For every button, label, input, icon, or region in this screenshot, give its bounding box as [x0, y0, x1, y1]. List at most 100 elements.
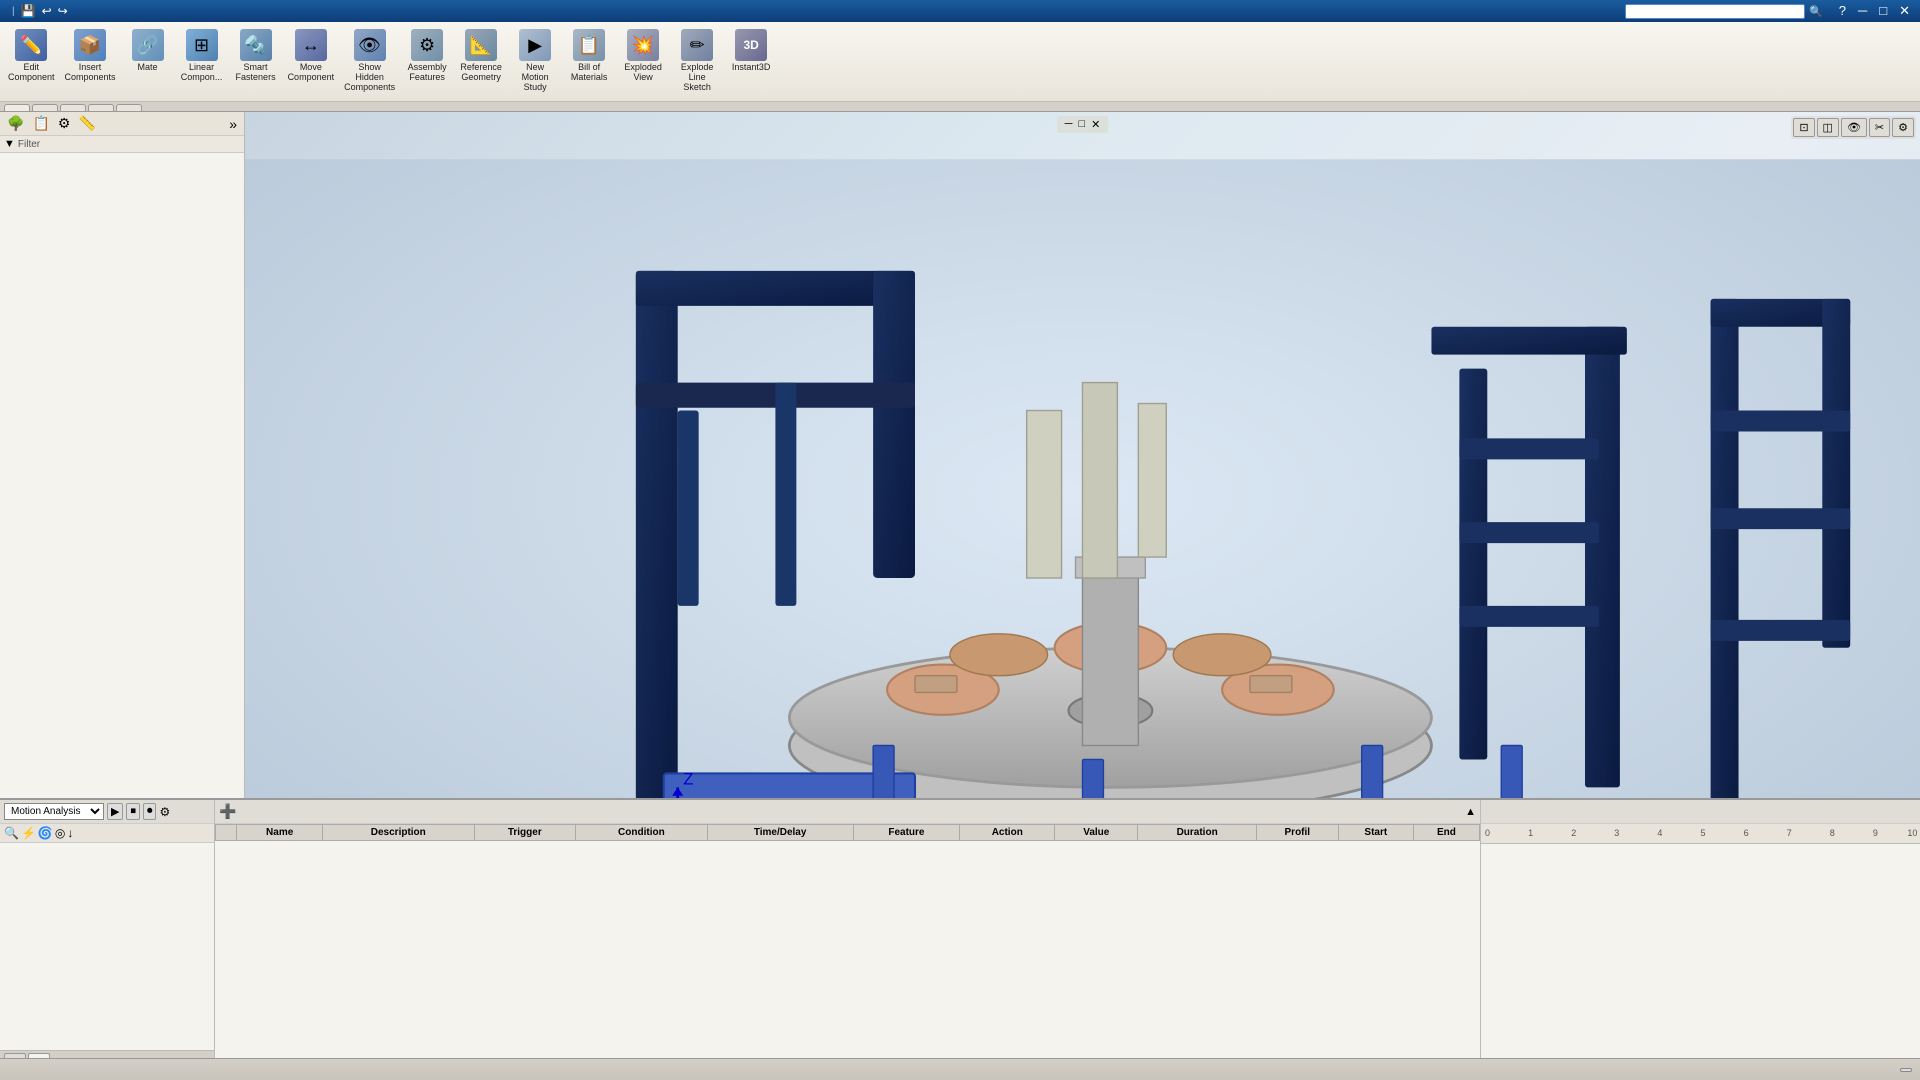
- ts-5: 5: [1701, 828, 1706, 838]
- tasks-panel: ➕ ▲ Name Description Trigger Condition: [215, 800, 1480, 1058]
- show-hidden-label: ShowHiddenComponents: [344, 63, 395, 93]
- statusbar: [0, 1058, 1920, 1080]
- add-motor-icon[interactable]: ⚡: [21, 826, 36, 840]
- instant3d-button[interactable]: 3D Instant3D: [725, 26, 777, 101]
- statusbar-right: [1868, 1068, 1912, 1072]
- filter-tasks-icon[interactable]: 🔍: [4, 826, 19, 840]
- smart-fasteners-label: SmartFasteners: [236, 63, 276, 83]
- show-hidden-button[interactable]: 👁 ShowHiddenComponents: [340, 26, 399, 101]
- linear-component-button[interactable]: ⊞ LinearCompon...: [176, 26, 228, 101]
- col-check: [216, 825, 237, 841]
- exploded-view-button[interactable]: 💥 ExplodedView: [617, 26, 669, 101]
- toolbar-area: ✏️ EditComponent 📦 InsertComponents 🔗 Ma…: [0, 22, 1920, 112]
- motion-stop-button[interactable]: ⏹: [126, 803, 140, 820]
- move-component-label: MoveComponent: [288, 63, 335, 83]
- tab-office[interactable]: [116, 104, 142, 111]
- tasks-collapse-icon[interactable]: ▲: [1465, 806, 1476, 818]
- explode-line-sketch-button[interactable]: ✏ ExplodeLineSketch: [671, 26, 723, 101]
- col-trigger[interactable]: Trigger: [474, 825, 576, 841]
- add-task-button[interactable]: ➕: [219, 803, 236, 820]
- quick-access-redo[interactable]: ↪: [58, 4, 68, 18]
- dim-expert-icon[interactable]: 📏: [75, 114, 98, 133]
- col-duration[interactable]: Duration: [1138, 825, 1257, 841]
- filter-icon[interactable]: ▼: [4, 138, 15, 150]
- motion-analysis-dropdown[interactable]: Motion Analysis Animation Basic Motion: [4, 803, 104, 820]
- mate-label: Mate: [138, 63, 158, 73]
- bottom-panel: Motion Analysis Animation Basic Motion ▶…: [0, 798, 1920, 1058]
- assembly-features-button[interactable]: ⚙ AssemblyFeatures: [401, 26, 453, 101]
- ts-1: 1: [1528, 828, 1533, 838]
- feature-tree-icon[interactable]: 🌳: [4, 114, 27, 133]
- ts-6: 6: [1744, 828, 1749, 838]
- close-button[interactable]: ✕: [1895, 3, 1914, 19]
- search-icon[interactable]: 🔍: [1809, 5, 1823, 18]
- col-start[interactable]: Start: [1338, 825, 1413, 841]
- motion-play-button[interactable]: ▶: [107, 803, 123, 820]
- smart-fasteners-button[interactable]: 🔩 SmartFasteners: [230, 26, 282, 101]
- col-end[interactable]: End: [1413, 825, 1479, 841]
- tasks-table: Name Description Trigger Condition Time/…: [215, 824, 1480, 841]
- ts-8: 8: [1830, 828, 1835, 838]
- col-condition[interactable]: Condition: [576, 825, 708, 841]
- tab-layout[interactable]: [32, 104, 58, 111]
- insert-components-button[interactable]: 📦 InsertComponents: [61, 26, 120, 101]
- mate-button[interactable]: 🔗 Mate: [122, 26, 174, 101]
- edit-component-label: EditComponent: [8, 63, 55, 83]
- config-icon[interactable]: ⚙: [55, 114, 74, 133]
- timeline-rows[interactable]: [1481, 844, 1920, 1058]
- tab-evaluate[interactable]: [88, 104, 114, 111]
- ribbon: ✏️ EditComponent 📦 InsertComponents 🔗 Ma…: [0, 22, 1920, 102]
- bill-of-materials-label: Bill ofMaterials: [571, 63, 608, 83]
- panel-toolbar: 🌳 📋 ⚙ 📏 »: [0, 112, 244, 136]
- col-feature[interactable]: Feature: [853, 825, 960, 841]
- timeline-scale: 0 1 2 3 4 5 6 7 8 9 10: [1481, 824, 1920, 844]
- titlebar-left: | 💾 ↩ ↪: [6, 4, 94, 18]
- help-button[interactable]: [1900, 1068, 1912, 1072]
- quick-access-save[interactable]: 💾: [21, 4, 36, 18]
- tab-sketch[interactable]: [60, 104, 86, 111]
- help-icon[interactable]: ?: [1835, 3, 1850, 19]
- add-contact-icon[interactable]: ◎: [55, 826, 65, 840]
- assembly-features-label: AssemblyFeatures: [408, 63, 447, 83]
- insert-components-label: InsertComponents: [65, 63, 116, 83]
- new-motion-study-label: NewMotionStudy: [522, 63, 549, 93]
- col-profil[interactable]: Profil: [1256, 825, 1338, 841]
- move-component-button[interactable]: ↔ MoveComponent: [284, 26, 339, 101]
- reference-geometry-button[interactable]: 📐 ReferenceGeometry: [455, 26, 507, 101]
- bill-of-materials-button[interactable]: 📋 Bill ofMaterials: [563, 26, 615, 101]
- minimize-button[interactable]: ─: [1854, 3, 1871, 19]
- linear-component-label: LinearCompon...: [181, 63, 223, 83]
- reference-geometry-label: ReferenceGeometry: [460, 63, 502, 83]
- tasks-table-wrapper: Name Description Trigger Condition Time/…: [215, 824, 1480, 1058]
- titlebar: | 💾 ↩ ↪ 🔍 ? ─ □ ✕: [0, 0, 1920, 22]
- edit-component-button[interactable]: ✏️ EditComponent: [4, 26, 59, 101]
- tab-assembly[interactable]: [4, 104, 30, 111]
- motion-tree: [0, 843, 214, 1050]
- motion-tabs: [0, 1050, 214, 1058]
- add-gravity-icon[interactable]: ↓: [67, 826, 73, 840]
- ts-2: 2: [1571, 828, 1576, 838]
- motion-toolbar: Motion Analysis Animation Basic Motion ▶…: [0, 800, 214, 824]
- timeline-header: [1481, 800, 1920, 824]
- col-action[interactable]: Action: [960, 825, 1055, 841]
- property-icon[interactable]: 📋: [29, 114, 52, 133]
- quick-access-undo[interactable]: ↩: [42, 4, 52, 18]
- search-input[interactable]: [1625, 4, 1805, 19]
- new-motion-study-button[interactable]: ▶ NewMotionStudy: [509, 26, 561, 101]
- svg-text:Z: Z: [683, 770, 693, 789]
- timeline-panel: 0 1 2 3 4 5 6 7 8 9 10: [1480, 800, 1920, 1058]
- collapse-panel-icon[interactable]: »: [226, 115, 240, 133]
- exploded-view-label: ExplodedView: [624, 63, 662, 83]
- maximize-button[interactable]: □: [1875, 3, 1891, 19]
- motion-record-button[interactable]: ⏺: [143, 803, 157, 820]
- titlebar-right: 🔍 ? ─ □ ✕: [1625, 3, 1914, 19]
- col-value[interactable]: Value: [1055, 825, 1138, 841]
- col-name[interactable]: Name: [237, 825, 323, 841]
- col-desc[interactable]: Description: [323, 825, 474, 841]
- col-time[interactable]: Time/Delay: [707, 825, 853, 841]
- ts-7: 7: [1787, 828, 1792, 838]
- ts-0: 0: [1485, 828, 1490, 838]
- explode-line-sketch-label: ExplodeLineSketch: [681, 63, 714, 93]
- motion-settings-icon[interactable]: ⚙: [159, 805, 170, 819]
- add-spring-icon[interactable]: 🌀: [38, 826, 53, 840]
